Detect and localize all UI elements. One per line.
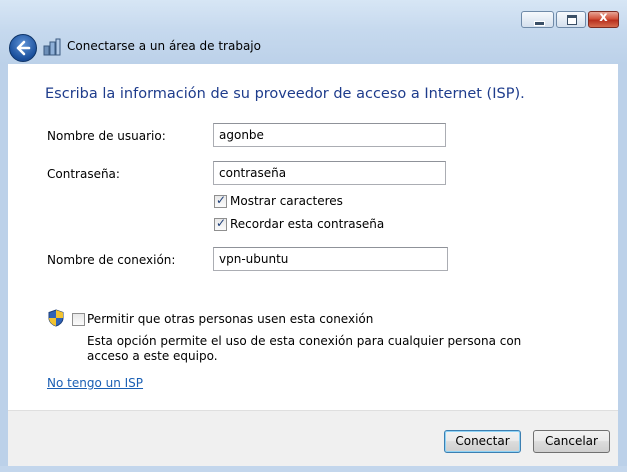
- minimize-button[interactable]: [521, 11, 554, 28]
- dialog-window: x Conectarse a un área de trabajo Escrib…: [0, 0, 627, 472]
- content-panel: Escriba la información de su proveedor d…: [8, 64, 618, 410]
- show-chars-label[interactable]: Mostrar caracteres: [230, 194, 343, 208]
- password-field[interactable]: contraseña: [213, 161, 446, 185]
- window-title: Conectarse a un área de trabajo: [67, 39, 261, 53]
- remember-password-label[interactable]: Recordar esta contraseña: [230, 217, 384, 231]
- minimize-icon: [534, 21, 545, 26]
- show-chars-checkbox[interactable]: [214, 193, 227, 208]
- password-label: Contraseña:: [47, 167, 120, 181]
- username-label: Nombre de usuario:: [47, 129, 166, 143]
- connection-name-field[interactable]: vpn-ubuntu: [213, 247, 448, 271]
- connect-button[interactable]: Conectar: [444, 430, 521, 453]
- close-button[interactable]: x: [588, 10, 619, 28]
- no-isp-link[interactable]: No tengo un ISP: [47, 376, 143, 390]
- network-connection-icon: [43, 38, 61, 56]
- uac-shield-icon: [48, 309, 64, 327]
- button-bar: Conectar Cancelar: [8, 410, 618, 467]
- remember-password-checkbox[interactable]: [214, 216, 227, 231]
- window-bottom-edge: [0, 466, 627, 472]
- cancel-button[interactable]: Cancelar: [533, 430, 610, 453]
- allow-others-description: Esta opción permite el uso de esta conex…: [87, 334, 522, 363]
- maximize-icon: [567, 15, 577, 25]
- back-arrow-icon: [16, 40, 31, 56]
- maximize-button[interactable]: [556, 11, 586, 28]
- back-button[interactable]: [9, 34, 37, 62]
- close-icon: x: [599, 10, 608, 25]
- allow-others-checkbox[interactable]: [72, 313, 85, 326]
- allow-others-label[interactable]: Permitir que otras personas usen esta co…: [87, 312, 373, 326]
- username-field[interactable]: agonbe: [213, 123, 446, 147]
- connection-name-label: Nombre de conexión:: [47, 253, 176, 267]
- page-heading: Escriba la información de su proveedor d…: [45, 86, 525, 102]
